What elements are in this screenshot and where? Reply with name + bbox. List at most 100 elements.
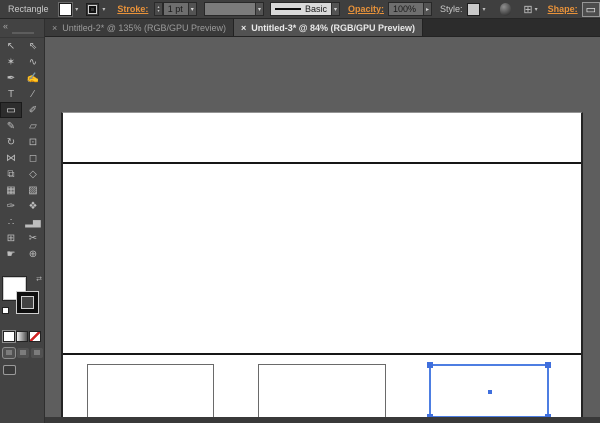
tab-label: Untitled-2* @ 135% (RGB/GPU Preview) [62, 22, 226, 33]
center-point-marker [488, 390, 492, 394]
selection-handle[interactable] [545, 362, 551, 368]
middle-rectangle-edge [63, 353, 581, 355]
free-transform-tool[interactable]: ◻ [22, 150, 44, 166]
close-icon[interactable]: × [52, 23, 57, 33]
zoom-tool[interactable]: ⊕ [22, 246, 44, 262]
width-tool[interactable]: ⋈ [0, 150, 22, 166]
opacity-panel-link[interactable]: Opacity: [348, 4, 384, 14]
tools-grid: ↖ ⇖ ✶ ∿ ✒ ✍ T ∕ ▭ ✐ ✎ ▱ ↻ ⊡ ⋈ ◻ ⧉ ◇ ▦ ▨ [0, 38, 44, 262]
brush-name: Basic [304, 4, 327, 14]
stroke-color-control[interactable]: ▾ [86, 2, 107, 17]
screen-mode-button[interactable] [3, 365, 16, 375]
magic-wand-tool[interactable]: ✶ [0, 54, 22, 70]
brush-definition-select[interactable]: Basic ▾ [269, 2, 340, 16]
artboard[interactable] [61, 112, 583, 420]
chevron-down-icon: ▾ [534, 6, 538, 13]
chevron-down-icon[interactable]: ▾ [254, 3, 263, 15]
hand-tool[interactable]: ☛ [0, 246, 22, 262]
mesh-tool[interactable]: ▦ [0, 182, 22, 198]
spinner-down-icon[interactable]: ▾ [155, 9, 161, 13]
style-control[interactable]: ▾ [466, 2, 488, 17]
draw-normal-button[interactable] [2, 347, 16, 359]
chevron-down-icon[interactable]: ▾ [330, 3, 339, 15]
shape-widget-button[interactable]: ▭ [581, 1, 600, 17]
eraser-tool[interactable]: ▱ [22, 118, 44, 134]
bottom-rectangle-selected[interactable] [427, 362, 551, 420]
artboard-shadow [45, 417, 600, 423]
column-graph-tool[interactable]: ▂▅ [22, 214, 44, 230]
stroke-weight-value: 1 pt [167, 4, 183, 14]
collapse-panel-icon[interactable]: « [3, 21, 8, 31]
chevron-down-icon[interactable]: ▾ [481, 6, 488, 13]
slice-tool[interactable]: ✂ [22, 230, 44, 246]
eyedropper-tool[interactable]: ✑ [0, 198, 22, 214]
shape-panel-link[interactable]: Shape: [548, 4, 578, 14]
artboard-tool[interactable]: ⊞ [0, 230, 22, 246]
line-segment-tool[interactable]: ∕ [22, 86, 44, 102]
none-button[interactable] [29, 331, 41, 342]
canvas-pasteboard[interactable] [45, 37, 600, 423]
close-icon[interactable]: × [241, 23, 246, 33]
color-button[interactable] [2, 330, 16, 343]
paintbrush-tool[interactable]: ✐ [22, 102, 44, 118]
drawing-mode-buttons [2, 347, 44, 359]
default-fill-stroke-icon[interactable] [2, 307, 9, 314]
top-band-rectangle-edge [63, 162, 581, 164]
chevron-down-icon[interactable]: ▾ [73, 6, 80, 13]
opacity-select[interactable]: 100% ▸ [388, 2, 433, 16]
brush-stroke-preview [274, 8, 301, 10]
selection-handle[interactable] [427, 362, 433, 368]
draw-inside-button[interactable] [31, 348, 43, 358]
chevron-down-icon[interactable]: ▾ [187, 3, 196, 15]
stroke-indicator[interactable] [16, 291, 39, 314]
tools-panel: « ↖ ⇖ ✶ ∿ ✒ ✍ T ∕ ▭ ✐ ✎ ▱ ↻ ⊡ ⋈ ◻ ⧉ ◇ ▦ … [0, 19, 45, 423]
rectangle-tool[interactable]: ▭ [0, 102, 22, 118]
gradient-tool[interactable]: ▨ [22, 182, 44, 198]
style-swatch[interactable] [466, 2, 480, 16]
style-label: Style: [440, 4, 463, 14]
document-area: × Untitled-2* @ 135% (RGB/GPU Preview) ×… [45, 19, 600, 423]
color-mode-buttons [2, 330, 44, 343]
document-tab-untitled-3[interactable]: × Untitled-3* @ 84% (RGB/GPU Preview) [233, 19, 424, 36]
recolor-artwork-icon[interactable] [499, 2, 512, 16]
bottom-rectangle-2[interactable] [258, 364, 386, 418]
stroke-indicator-hole [21, 296, 34, 309]
blend-tool[interactable]: ❖ [22, 198, 44, 214]
scale-tool[interactable]: ⊡ [22, 134, 44, 150]
document-tab-bar: × Untitled-2* @ 135% (RGB/GPU Preview) ×… [45, 19, 600, 37]
rotate-tool[interactable]: ↻ [0, 134, 22, 150]
chevron-down-icon[interactable]: ▾ [100, 6, 107, 13]
direct-selection-tool[interactable]: ⇖ [22, 38, 44, 54]
bottom-rectangle-1[interactable] [87, 364, 214, 418]
fill-color-control[interactable]: ▾ [59, 2, 80, 17]
pen-tool[interactable]: ✒ [0, 70, 22, 86]
document-tab-untitled-2[interactable]: × Untitled-2* @ 135% (RGB/GPU Preview) [45, 19, 234, 36]
selection-tool[interactable]: ↖ [0, 38, 22, 54]
variable-width-profile-select[interactable]: ▾ [203, 2, 264, 16]
perspective-grid-tool[interactable]: ◇ [22, 166, 44, 182]
draw-behind-button[interactable] [17, 348, 29, 358]
curvature-tool[interactable]: ✍ [22, 70, 44, 86]
symbol-sprayer-tool[interactable]: ∴ [0, 214, 22, 230]
workspace: « ↖ ⇖ ✶ ∿ ✒ ✍ T ∕ ▭ ✐ ✎ ▱ ↻ ⊡ ⋈ ◻ ⧉ ◇ ▦ … [0, 19, 600, 423]
fill-swatch[interactable] [59, 2, 73, 16]
active-tool-label: Rectangle [8, 4, 49, 14]
gradient-button[interactable] [16, 331, 28, 342]
stroke-panel-link[interactable]: Stroke: [117, 4, 148, 14]
align-options-control[interactable]: ⊞ ▾ [523, 3, 537, 16]
lasso-tool[interactable]: ∿ [22, 54, 44, 70]
stroke-weight-stepper[interactable]: ▴ ▾ [154, 2, 163, 16]
shaper-tool[interactable]: ✎ [0, 118, 22, 134]
align-grid-icon: ⊞ [523, 3, 533, 16]
swap-fill-stroke-icon[interactable]: ⇄ [36, 275, 42, 283]
illustrator-window: Rectangle ▾ ▾ Stroke: ▴ ▾ 1 pt ▾ ▾ Basic… [0, 0, 600, 423]
shape-builder-tool[interactable]: ⧉ [0, 166, 22, 182]
stroke-weight-select[interactable]: 1 pt ▾ [162, 2, 197, 16]
fill-stroke-indicator: ⇄ [0, 275, 44, 323]
tools-panel-header: « [0, 19, 44, 38]
panel-grip-handle[interactable] [12, 32, 34, 34]
stroke-swatch[interactable] [86, 2, 100, 16]
stroke-ring-icon [88, 4, 98, 14]
type-tool[interactable]: T [0, 86, 22, 102]
chevron-right-icon[interactable]: ▸ [423, 3, 432, 15]
